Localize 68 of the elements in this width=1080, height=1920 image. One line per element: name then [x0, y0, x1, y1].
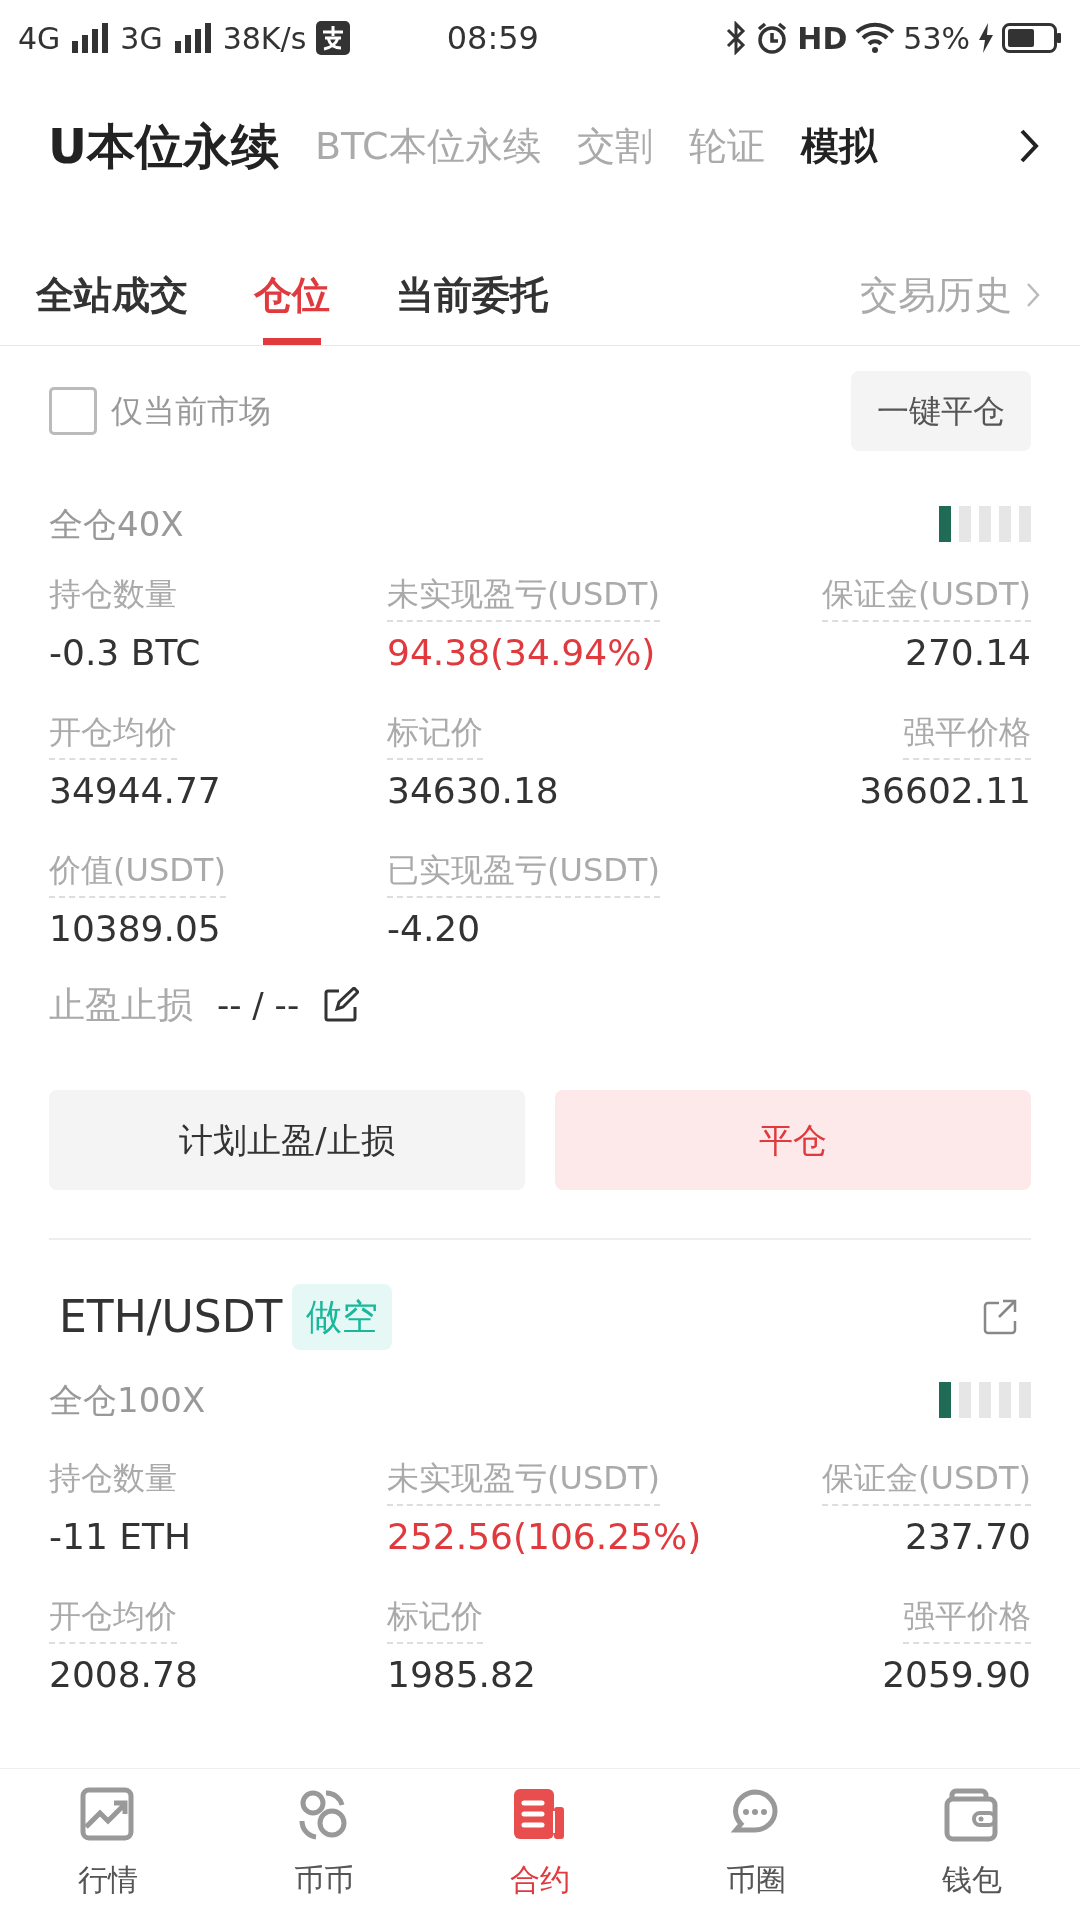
field-label: 强平价格	[903, 1592, 1031, 1644]
field-label: 已实现盈亏(USDT)	[387, 846, 660, 898]
tpsl-value: -- / --	[217, 983, 300, 1027]
field-label: 价值(USDT)	[49, 846, 226, 898]
app-icon	[316, 21, 351, 55]
field-value: 34630.18	[387, 769, 559, 813]
field-value: 237.70	[905, 1515, 1031, 1559]
field-value: 2008.78	[49, 1653, 198, 1697]
nav-tab[interactable]: 钱包	[864, 1769, 1080, 1920]
position-tab[interactable]: 当前委托	[396, 245, 548, 345]
field-label: 持仓数量	[49, 574, 177, 615]
field-value: 1985.82	[387, 1653, 536, 1697]
symbol-title: ETH/USDT	[58, 1290, 283, 1344]
clock: 08:59	[445, 18, 540, 59]
charging-icon	[978, 23, 994, 53]
network-label: 3G	[120, 19, 163, 58]
edit-icon	[323, 987, 360, 1023]
side-tag: 做空	[292, 1284, 393, 1350]
field-label: 强平价格	[903, 708, 1031, 760]
filter-label: 仅当前市场	[111, 391, 271, 432]
signal-icon	[172, 23, 213, 53]
field-label: 保证金(USDT)	[822, 570, 1031, 622]
close-all-button[interactable]: 一键平仓	[851, 371, 1031, 451]
leverage-label: 全仓100X	[49, 1378, 206, 1422]
chart-icon	[80, 1787, 136, 1843]
chevron-right-icon	[1018, 128, 1040, 164]
field-value: 10389.05	[49, 907, 221, 951]
leverage-label: 全仓40X	[49, 502, 184, 546]
field-label: 未实现盈亏(USDT)	[387, 570, 660, 622]
field-value: 2059.90	[882, 1653, 1031, 1697]
market-tab[interactable]: U本位永续	[48, 110, 279, 182]
tpsl-label: 止盈止损	[49, 983, 193, 1027]
position-tab[interactable]: 全站成交	[36, 245, 188, 345]
nav-tab[interactable]: 币圈	[648, 1769, 864, 1920]
market-tab[interactable]: 模拟	[800, 117, 877, 175]
nav-tab[interactable]: 行情	[0, 1769, 216, 1920]
field-label: 开仓均价	[49, 708, 177, 760]
signal-icon	[70, 23, 111, 53]
field-value: 36602.11	[859, 769, 1031, 813]
bluetooth-icon	[725, 21, 748, 55]
network-label: 4G	[18, 19, 61, 58]
battery-icon	[1002, 23, 1062, 53]
wifi-icon	[855, 22, 896, 54]
battery-percent: 53%	[903, 19, 970, 58]
field-label: 标记价	[387, 1592, 483, 1644]
field-value: 94.38(34.94%)	[387, 631, 656, 675]
hd-label: HD	[797, 19, 848, 58]
field-label: 开仓均价	[49, 1592, 177, 1644]
wallet-icon	[944, 1787, 1000, 1843]
field-label: 标记价	[387, 708, 483, 760]
field-value: 34944.77	[49, 769, 221, 813]
nav-tab[interactable]: 合约	[432, 1769, 648, 1920]
field-label: 保证金(USDT)	[822, 1454, 1031, 1506]
chevron-right-icon	[1026, 282, 1040, 308]
nav-tab[interactable]: 币币	[216, 1769, 432, 1920]
speed-label: 38K/s	[222, 19, 307, 58]
position-tab[interactable]: 仓位	[254, 245, 330, 345]
plan-tpsl-button[interactable]: 计划止盈/止损	[49, 1090, 525, 1190]
checkbox[interactable]	[49, 387, 97, 435]
field-label: 持仓数量	[49, 1458, 177, 1499]
field-value: -0.3 BTC	[49, 631, 201, 675]
field-value: -11 ETH	[49, 1515, 192, 1559]
field-label: 未实现盈亏(USDT)	[387, 1454, 660, 1506]
field-value: 270.14	[905, 631, 1031, 675]
field-value: -4.20	[387, 907, 481, 951]
field-value: 252.56(106.25%)	[387, 1515, 702, 1559]
close-position-button[interactable]: 平仓	[555, 1090, 1031, 1190]
edit-button[interactable]	[323, 987, 360, 1023]
